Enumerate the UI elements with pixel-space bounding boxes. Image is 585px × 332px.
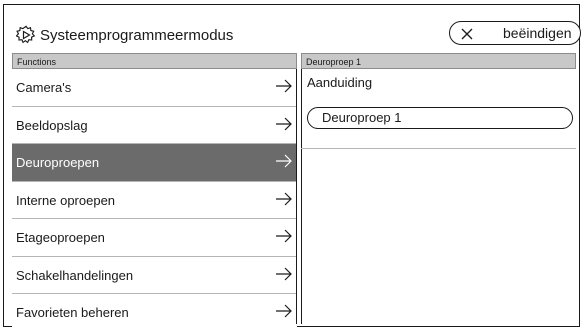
close-icon [461,28,473,40]
header-bar: Systeemprogrammeermodus beëindigen [4,5,581,53]
page-title: Systeemprogrammeermodus [40,27,234,44]
detail-heading: Deuroproep 1 [301,53,576,69]
menu-item-favorieten-beheren[interactable]: Favorieten beheren [12,294,297,332]
detail-panel: Deuroproep 1 Aanduiding Deuroproep 1 [301,53,576,324]
aanduiding-input[interactable]: Deuroproep 1 [307,107,573,129]
menu-item-schakelhandelingen[interactable]: Schakelhandelingen [12,256,297,294]
menu-item-interne-oproepen[interactable]: Interne oproepen [12,181,297,219]
gear-icon [16,25,36,44]
menu-item-label: Favorieten beheren [16,305,129,320]
menu-item-label: Beeldopslag [16,117,88,133]
menu-item-cameras[interactable]: Camera's [12,69,297,107]
menu-item-label: Interne oproepen [16,192,116,208]
arrow-right-icon [276,117,292,130]
arrow-right-icon [276,267,292,280]
functions-heading: Functions [12,53,297,69]
arrow-right-icon [276,79,292,93]
divider [301,148,576,149]
functions-list: Camera's Beeldopslag Deuroproepen Intern… [12,69,297,332]
arrow-right-icon [276,229,292,243]
menu-item-deuroproepen[interactable]: Deuroproepen [12,144,297,182]
arrow-right-icon [276,154,292,168]
menu-item-label: Deuroproepen [16,155,100,170]
field-label-aanduiding: Aanduiding [307,75,373,90]
end-button[interactable]: beëindigen [449,21,581,45]
arrow-right-icon [276,192,292,205]
functions-panel: Functions Camera's Beeldopslag Deuroproe… [12,53,297,332]
menu-item-label: Etageoproepen [16,230,105,245]
end-button-label: beëindigen [503,25,572,41]
menu-item-beeldopslag[interactable]: Beeldopslag [12,106,297,144]
menu-item-label: Camera's [16,80,72,95]
panel-divider [301,69,302,324]
app-window: Systeemprogrammeermodus beëindigen Funct… [3,4,581,332]
arrow-right-icon [276,304,292,318]
panel-divider [296,69,297,324]
menu-item-label: Schakelhandelingen [16,267,134,283]
menu-item-etageoproepen[interactable]: Etageoproepen [12,219,297,257]
